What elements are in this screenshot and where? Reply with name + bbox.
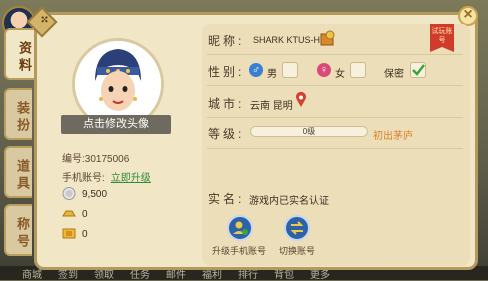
female-checkbox[interactable] xyxy=(350,62,366,78)
divider xyxy=(207,117,463,118)
level-progress-bar: 0级 xyxy=(250,126,368,137)
male-icon: ♂ xyxy=(249,63,263,77)
swap-arrows-icon xyxy=(290,221,304,235)
checkmark-icon xyxy=(412,64,425,76)
male-label: 男 xyxy=(267,69,277,80)
level-rank: 初出茅庐 xyxy=(373,131,413,142)
tab-outfit[interactable]: 装扮 xyxy=(4,88,32,140)
upgrade-phone-account-button[interactable] xyxy=(227,215,253,241)
city-label: 城市: xyxy=(208,97,245,111)
level-label: 等级: xyxy=(208,127,245,141)
change-avatar-button[interactable]: 点击修改头像 xyxy=(61,115,171,134)
divider xyxy=(207,54,463,55)
ticket-icon xyxy=(62,228,76,239)
gold-ingot-icon xyxy=(62,210,76,217)
ticket-value: 0 xyxy=(82,229,88,240)
location-pin-icon[interactable] xyxy=(295,92,307,108)
gold-ingot-value: 0 xyxy=(82,209,88,220)
user-id: 编号:30175006 xyxy=(62,150,129,165)
divider xyxy=(207,85,463,86)
realname-value: 游戏内已实名认证 xyxy=(249,196,329,207)
user-id-label: 编号: xyxy=(62,154,85,165)
male-checkbox[interactable] xyxy=(282,62,298,78)
phone-account: 手机账号: 立即升级 xyxy=(62,169,151,184)
edit-nickname-icon[interactable] xyxy=(320,30,336,46)
secret-checkbox[interactable] xyxy=(410,62,426,78)
tab-items[interactable]: 道具 xyxy=(4,146,32,198)
female-label: 女 xyxy=(335,69,345,80)
tab-profile[interactable]: 资料 xyxy=(4,28,34,80)
phone-account-label: 手机账号: xyxy=(62,173,105,184)
nickname-label: 昵称: xyxy=(208,34,245,48)
user-id-value: 30175006 xyxy=(84,154,130,165)
switch-account-label: 切换账号 xyxy=(279,246,316,256)
switch-account-button[interactable] xyxy=(284,215,310,241)
upgrade-now-link[interactable]: 立即升级 xyxy=(111,173,151,184)
city-value: 云南 昆明 xyxy=(250,101,293,112)
female-icon: ♀ xyxy=(317,63,331,77)
close-button[interactable]: × xyxy=(458,6,478,26)
user-add-icon xyxy=(233,221,248,235)
nickname-value: SHARK KTUS-H xyxy=(253,35,321,45)
silver-coin-value: 9,500 xyxy=(82,189,108,200)
realname-label: 实名: xyxy=(208,192,245,206)
divider xyxy=(207,148,463,149)
silver-coin-icon xyxy=(62,187,76,200)
secret-label: 保密 xyxy=(384,69,404,80)
upgrade-phone-account-label: 升级手机账号 xyxy=(212,246,267,256)
gender-label: 性别: xyxy=(208,65,245,79)
tab-titles[interactable]: 称号 xyxy=(4,204,32,256)
